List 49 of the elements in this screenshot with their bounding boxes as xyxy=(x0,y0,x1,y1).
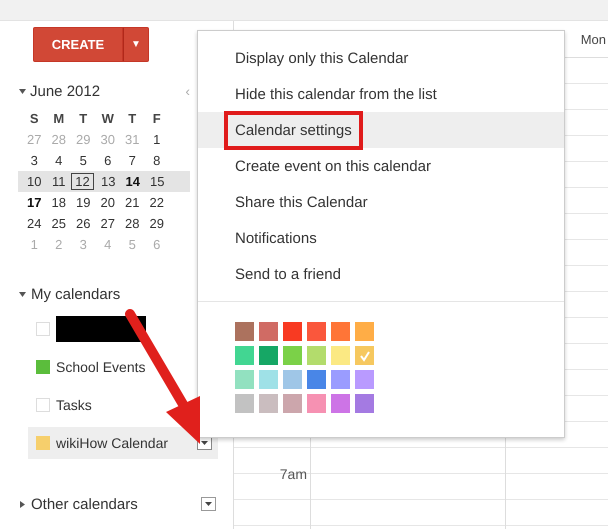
day-cell[interactable]: 5 xyxy=(71,153,96,168)
day-cell[interactable]: 14 xyxy=(120,174,145,189)
day-cell[interactable]: 1 xyxy=(144,132,169,147)
day-cell[interactable]: 20 xyxy=(96,195,120,210)
menu-item[interactable]: Display only this Calendar xyxy=(198,40,564,76)
day-cell[interactable]: 18 xyxy=(46,195,71,210)
weekday-label: T xyxy=(127,111,138,126)
calendar-name: wikiHow Calendar xyxy=(56,435,168,451)
time-label: 7am xyxy=(280,466,307,482)
menu-item[interactable]: Send to a friend xyxy=(198,256,564,292)
day-cell[interactable]: 7 xyxy=(120,153,144,168)
day-cell[interactable]: 19 xyxy=(71,195,96,210)
month-title: June 2012 xyxy=(30,82,100,100)
menu-item[interactable]: Notifications xyxy=(198,220,564,256)
section-title[interactable]: My calendars xyxy=(31,286,120,302)
day-cell[interactable]: 15 xyxy=(145,174,170,189)
calendar-item[interactable]: wikiHow Calendar xyxy=(28,427,218,459)
day-cell[interactable]: 17 xyxy=(22,195,46,210)
day-cell[interactable]: 11 xyxy=(46,174,71,189)
day-cell[interactable]: 28 xyxy=(120,216,144,231)
day-cell[interactable]: 4 xyxy=(46,153,71,168)
weekday-label: S xyxy=(28,111,40,126)
create-button[interactable]: CREATE xyxy=(33,27,123,62)
day-cell[interactable]: 26 xyxy=(71,216,96,231)
weekday-label: T xyxy=(78,111,88,126)
weekday-label: F xyxy=(152,111,162,126)
day-cell[interactable]: 24 xyxy=(22,216,46,231)
day-cell[interactable]: 22 xyxy=(144,195,169,210)
day-cell[interactable]: 12 xyxy=(71,173,94,190)
day-cell[interactable]: 27 xyxy=(96,216,120,231)
day-cell[interactable]: 6 xyxy=(96,153,120,168)
day-cell[interactable]: 10 xyxy=(22,174,46,189)
menu-item[interactable]: Calendar settings xyxy=(198,112,564,148)
weekday-label: M xyxy=(52,111,66,126)
day-header: Mon xyxy=(580,32,606,46)
calendar-name[interactable]: Tasks xyxy=(56,397,92,413)
day-cell[interactable]: 29 xyxy=(144,216,169,231)
weekday-label: W xyxy=(100,111,115,126)
calendar-name[interactable]: School Events xyxy=(56,359,146,375)
create-menu-button[interactable]: ▼ xyxy=(123,27,149,62)
menu-item[interactable]: Share this Calendar xyxy=(198,184,564,220)
menu-item[interactable]: Hide this calendar from the list xyxy=(198,76,564,112)
day-cell[interactable]: 25 xyxy=(46,216,71,231)
day-cell[interactable]: 13 xyxy=(96,174,120,189)
day-cell[interactable]: 3 xyxy=(22,153,46,168)
day-cell[interactable]: 21 xyxy=(120,195,144,210)
section-title[interactable]: Other calendars xyxy=(31,496,138,512)
menu-item[interactable]: Create event on this calendar xyxy=(198,148,564,184)
day-cell[interactable]: 8 xyxy=(144,153,169,168)
